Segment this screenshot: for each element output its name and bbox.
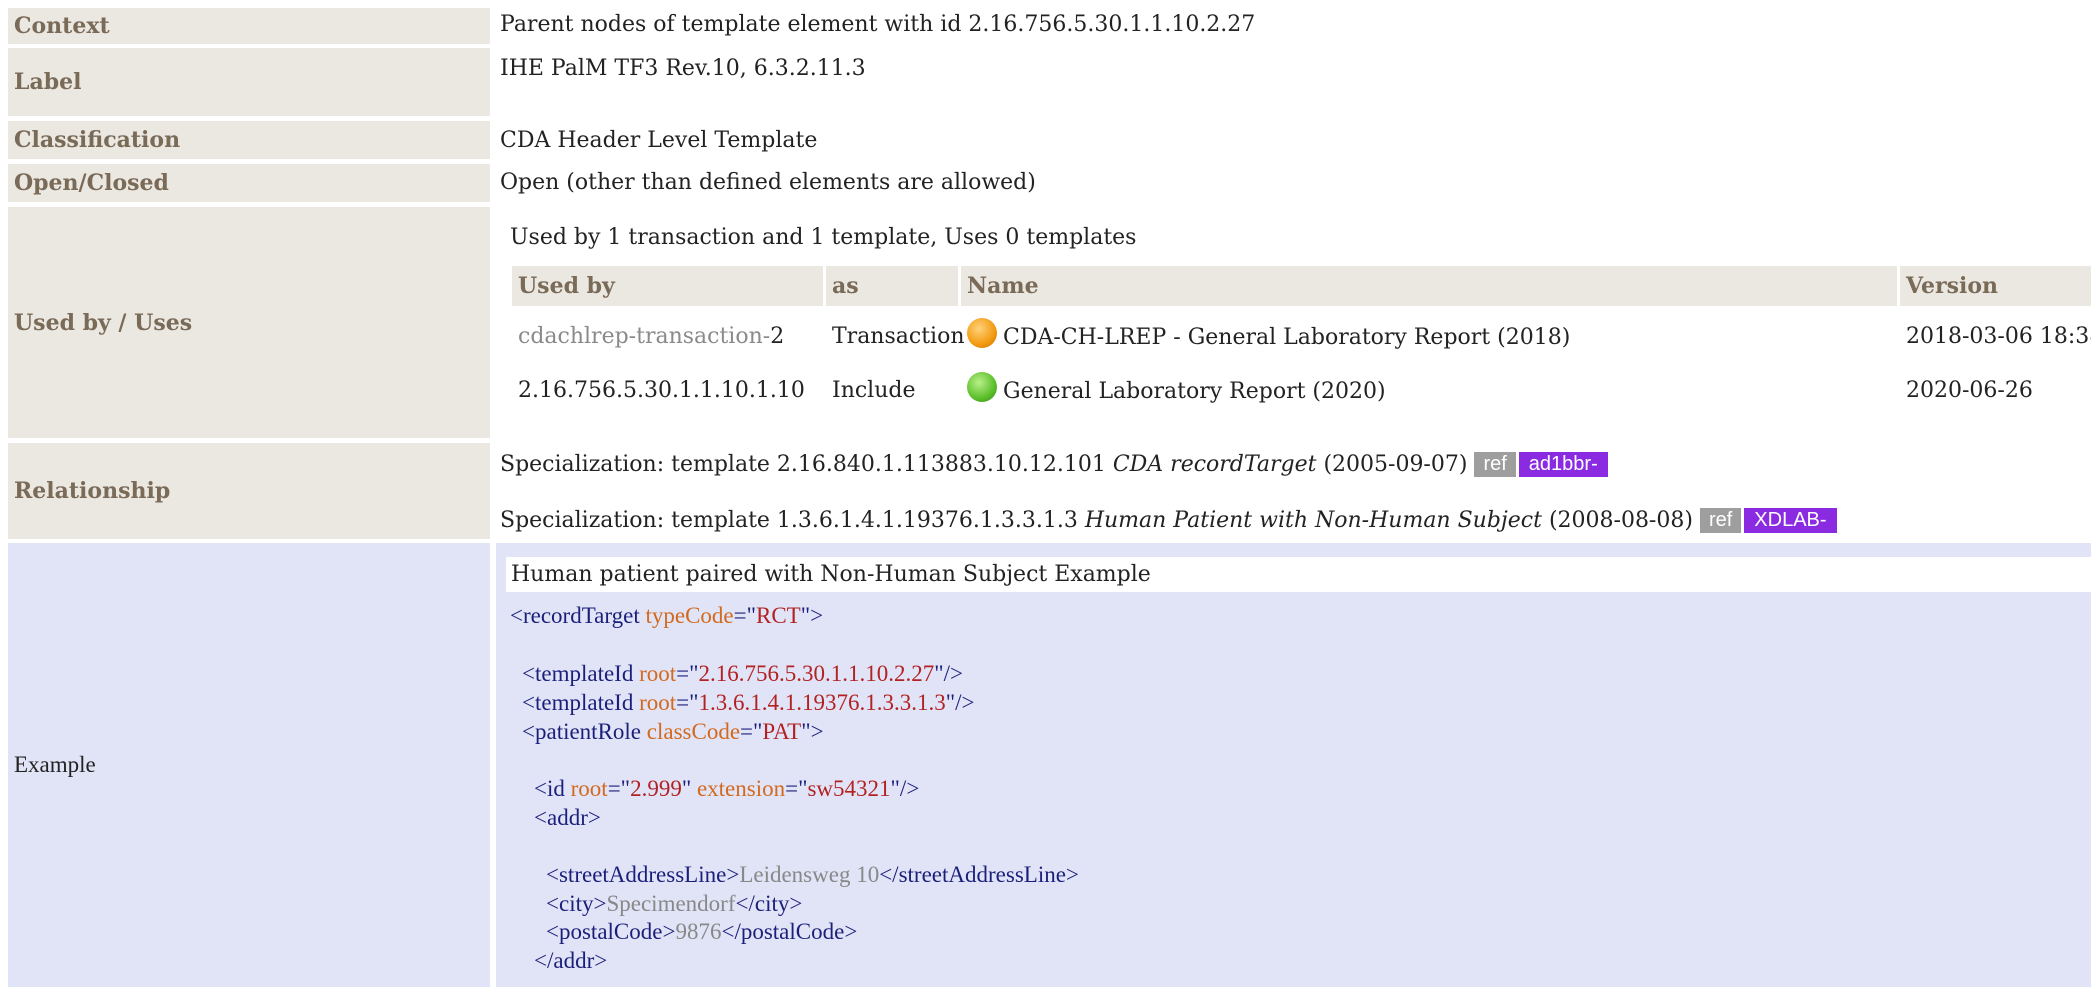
row-as: Transaction — [832, 324, 965, 349]
code-line: <templateId root="2.16.756.5.30.1.1.10.2… — [522, 661, 964, 686]
relationship-prefix: Specialization: template 1.3.6.1.4.1.193… — [500, 508, 1078, 533]
code-line: </addr> — [534, 948, 608, 973]
col-header-version: Version — [1900, 266, 2091, 306]
open-closed-label-text: Open/Closed — [14, 170, 169, 196]
row-name-link[interactable]: CDA-CH-LREP - General Laboratory Report … — [1003, 325, 1570, 350]
relationship-template-name[interactable]: Human Patient with Non-Human Subject — [1085, 508, 1542, 533]
used-by-label: Used by / Uses — [8, 207, 490, 438]
context-label: Context — [8, 8, 490, 44]
label-label-text: Label — [14, 69, 82, 95]
ref-badge: ref — [1699, 508, 1742, 533]
open-closed-label: Open/Closed — [8, 164, 490, 202]
open-closed-value: Open (other than defined elements are al… — [500, 170, 1036, 195]
orange-status-dot-icon — [967, 318, 997, 348]
code-line: <recordTarget typeCode="RCT"> — [510, 603, 824, 628]
relationship-label: Relationship — [8, 443, 490, 539]
table-row: cdachlrep-transaction-2 — [518, 324, 784, 349]
used-by-label-text: Used by / Uses — [14, 309, 193, 336]
code-line: <patientRole classCode="PAT"> — [522, 719, 824, 744]
ref-badge: ref — [1474, 452, 1516, 477]
label-value: IHE PalM TF3 Rev.10, 6.3.2.11.3 — [500, 56, 866, 81]
label-label: Label — [8, 48, 490, 116]
relationship-date: (2005-09-07) — [1323, 452, 1468, 477]
relationship-item: Specialization: template 2.16.840.1.1138… — [500, 452, 1608, 477]
relationship-item: Specialization: template 1.3.6.1.4.1.193… — [500, 508, 1837, 533]
code-line: <city>Specimendorf</city> — [546, 891, 803, 916]
used-by-link[interactable]: cdachlrep-transaction- — [518, 324, 770, 349]
row-name-cell: General Laboratory Report (2020) — [967, 372, 1386, 404]
used-by-summary: Used by 1 transaction and 1 template, Us… — [510, 225, 1137, 250]
col-header-used-by: Used by — [512, 266, 823, 306]
table-row: 2.16.756.5.30.1.1.10.1.10 — [518, 378, 805, 403]
example-label: Example — [8, 543, 490, 987]
used-by-link-suffix[interactable]: 2 — [770, 324, 784, 349]
row-version: 2020-06-26 — [1906, 378, 2033, 403]
context-value: Parent nodes of template element with id… — [500, 12, 1256, 37]
code-line: <templateId root="1.3.6.1.4.1.19376.1.3.… — [522, 690, 975, 715]
code-line: <postalCode>9876</postalCode> — [546, 919, 858, 944]
code-line: <streetAddressLine>Leidensweg 10</street… — [546, 862, 1079, 887]
row-version: 2018-03-06 18:38 — [1906, 324, 2091, 349]
classification-label-text: Classification — [14, 127, 181, 153]
code-line: <addr> — [534, 805, 601, 830]
classification-label: Classification — [8, 121, 490, 159]
prefix-badge: ad1bbr- — [1518, 452, 1608, 477]
row-name-link[interactable]: General Laboratory Report (2020) — [1003, 379, 1386, 404]
used-by-link[interactable]: 2.16.756.5.30.1.1.10.1.10 — [518, 378, 805, 403]
relationship-template-name[interactable]: CDA recordTarget — [1113, 452, 1317, 477]
example-title: Human patient paired with Non-Human Subj… — [506, 557, 2091, 592]
col-header-as: as — [826, 266, 958, 306]
green-status-dot-icon — [967, 372, 997, 402]
relationship-label-text: Relationship — [14, 478, 171, 504]
prefix-badge: XDLAB- — [1744, 508, 1837, 533]
row-name-cell: CDA-CH-LREP - General Laboratory Report … — [967, 318, 1570, 350]
relationship-prefix: Specialization: template 2.16.840.1.1138… — [500, 452, 1106, 477]
code-line: <id root="2.999" extension="sw54321"/> — [534, 776, 920, 801]
classification-value: CDA Header Level Template — [500, 128, 818, 153]
context-label-text: Context — [14, 13, 110, 39]
col-header-name: Name — [961, 266, 1897, 306]
row-as: Include — [832, 378, 916, 403]
example-label-text: Example — [14, 752, 96, 777]
relationship-date: (2008-08-08) — [1548, 508, 1693, 533]
